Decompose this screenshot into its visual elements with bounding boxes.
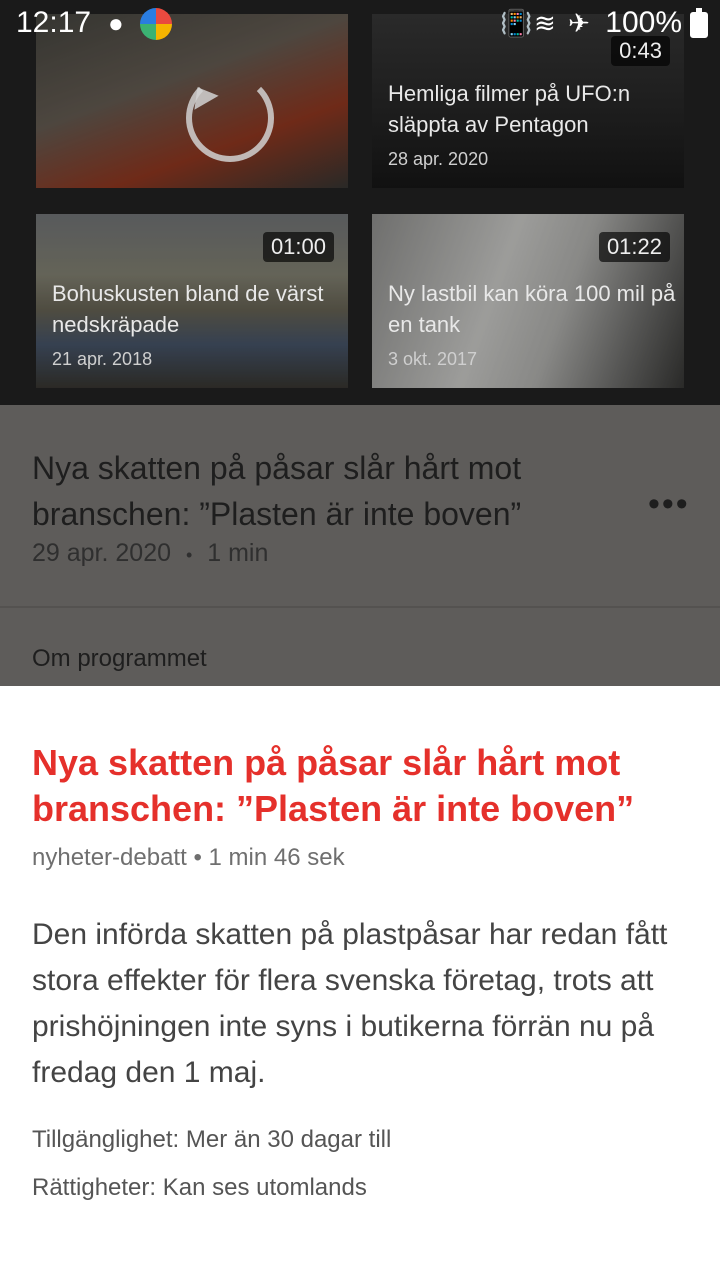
- video-title: Hemliga filmer på UFO:n släppta av Penta…: [388, 81, 631, 137]
- app-icon: [140, 8, 172, 40]
- info-bottom-sheet: Nya skatten på påsar slår hårt mot brans…: [0, 686, 720, 1280]
- sheet-description: Den införda skatten på plastpåsar har re…: [32, 918, 668, 1089]
- video-date: 21 apr. 2018: [52, 349, 153, 369]
- video-title: Bohuskusten bland de värst nedskräpade: [52, 281, 324, 337]
- video-title: Ny lastbil kan köra 100 mil på en tank: [388, 281, 676, 337]
- video-date: 28 apr. 2020: [388, 149, 489, 169]
- wifi-icon: ≋: [534, 8, 556, 38]
- status-bar: 12:17 ● 📳 ≋ ✈ 100%: [0, 0, 720, 48]
- video-card[interactable]: 01:22 Ny lastbil kan köra 100 mil på en …: [372, 214, 684, 388]
- video-duration: 01:22: [598, 232, 670, 262]
- article-length: 1 min: [207, 539, 269, 567]
- battery-icon: [690, 8, 708, 38]
- video-duration: 01:00: [262, 232, 334, 262]
- airplane-icon: ✈: [568, 8, 590, 38]
- vibrate-icon: 📳: [500, 8, 533, 38]
- article-title[interactable]: Nya skatten på påsar slår hårt mot brans…: [32, 445, 632, 537]
- video-date: 3 okt. 2017: [388, 349, 478, 369]
- sheet-title: Nya skatten på påsar slår hårt mot brans…: [32, 742, 635, 829]
- article-date: 29 apr. 2020: [32, 539, 172, 567]
- video-card[interactable]: 01:00 Bohuskusten bland de värst nedskrä…: [36, 214, 348, 388]
- notification-icon: ●: [108, 8, 124, 38]
- more-options-icon[interactable]: •••: [648, 485, 690, 524]
- battery-percent: 100%: [605, 6, 682, 39]
- article-meta: 29 apr. 2020 • 1 min: [32, 539, 268, 568]
- meta-separator: •: [185, 545, 193, 565]
- divider: [0, 606, 720, 608]
- article-item[interactable]: Nya skatten på påsar slår hårt mot brans…: [0, 405, 720, 686]
- availability-text: Tillgänglighet: Mer än 30 dagar till: [32, 1126, 392, 1153]
- rights-text: Rättigheter: Kan ses utomlands: [32, 1174, 367, 1201]
- video-grid: 0:43 Hemliga filmer på UFO:n släppta av …: [0, 0, 720, 405]
- reload-icon[interactable]: [186, 74, 274, 162]
- about-program-label[interactable]: Om programmet: [32, 645, 207, 673]
- sheet-meta: nyheter-debatt • 1 min 46 sek: [32, 844, 345, 871]
- status-time: 12:17: [16, 6, 92, 39]
